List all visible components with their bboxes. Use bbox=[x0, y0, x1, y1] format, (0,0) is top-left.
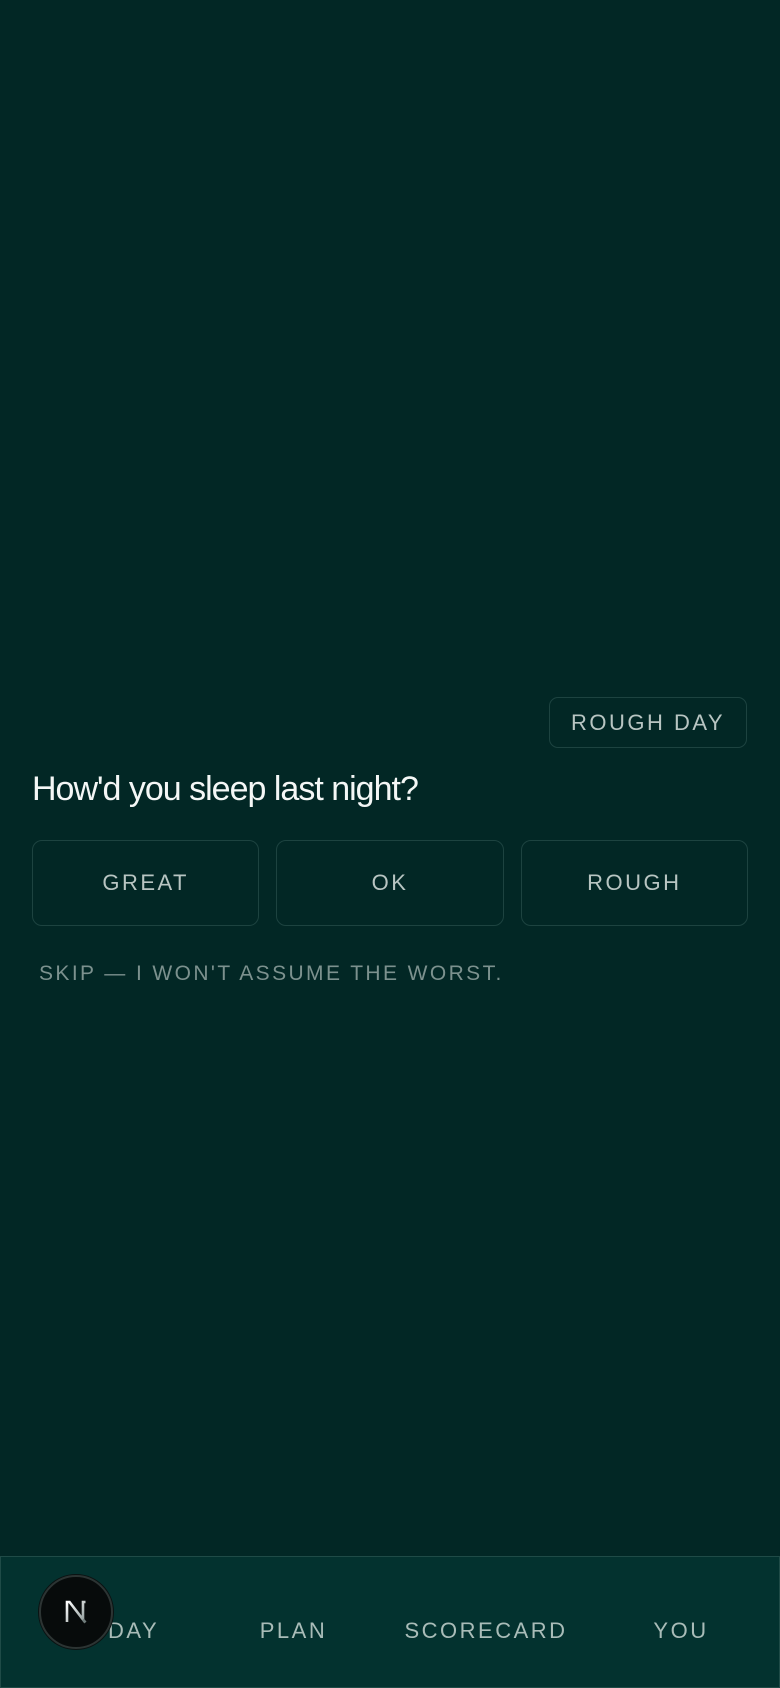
sleep-option-great-button[interactable]: GREAT bbox=[32, 840, 260, 926]
n-logo-badge[interactable] bbox=[39, 1575, 113, 1649]
nav-item-plan[interactable]: PLAN bbox=[221, 1557, 366, 1687]
sleep-option-ok-button[interactable]: OK bbox=[276, 840, 504, 926]
sleep-question-heading: How'd you sleep last night? bbox=[32, 770, 419, 808]
skip-link[interactable]: SKIP — I WON'T ASSUME THE WORST. bbox=[39, 962, 504, 986]
nav-item-scorecard[interactable]: SCORECARD bbox=[396, 1557, 576, 1687]
rough-day-button[interactable]: ROUGH DAY bbox=[549, 697, 747, 748]
n-logo-icon bbox=[65, 1600, 87, 1624]
sleep-options: GREAT OK ROUGH bbox=[32, 840, 748, 926]
sleep-option-rough-button[interactable]: ROUGH bbox=[520, 840, 748, 926]
nav-item-you[interactable]: YOU bbox=[606, 1557, 756, 1687]
bottom-nav: TODAY PLAN SCORECARD YOU bbox=[0, 1556, 780, 1688]
